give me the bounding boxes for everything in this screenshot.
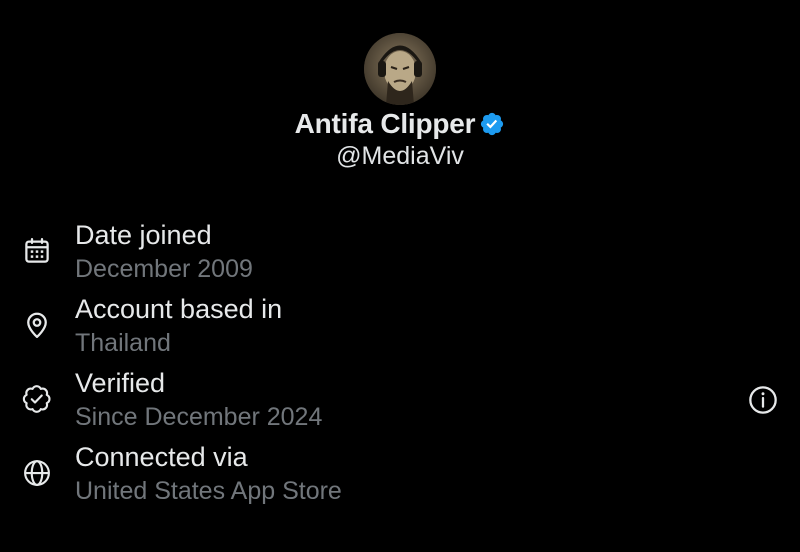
about-item-verified: Verified Since December 2024 (0, 366, 800, 440)
about-item-label: Date joined (75, 220, 212, 250)
info-icon[interactable] (747, 384, 779, 416)
about-list: Date joined December 2009 Account based … (0, 218, 800, 514)
globe-icon (22, 458, 52, 488)
calendar-icon (22, 236, 52, 266)
about-item-account-based-in: Account based in Thailand (0, 292, 800, 366)
handle: @MediaViv (336, 142, 464, 170)
about-item-date-joined: Date joined December 2009 (0, 218, 800, 292)
location-pin-icon (22, 310, 52, 340)
about-item-connected-via: Connected via United States App Store (0, 440, 800, 514)
avatar[interactable] (364, 33, 436, 105)
verified-badge-outline-icon (22, 384, 52, 414)
profile-header: Antifa Clipper @MediaViv (0, 33, 800, 171)
about-item-label: Connected via (75, 442, 248, 472)
about-item-value: United States App Store (75, 477, 342, 505)
about-item-label: Verified (75, 368, 166, 398)
about-item-label: Account based in (75, 294, 283, 324)
display-name: Antifa Clipper (294, 108, 476, 139)
about-item-value: Since December 2024 (75, 403, 323, 431)
name-row: Antifa Clipper (295, 107, 506, 141)
about-item-value: Thailand (75, 329, 171, 357)
about-item-value: December 2009 (75, 255, 253, 283)
verified-badge-icon (479, 111, 505, 137)
